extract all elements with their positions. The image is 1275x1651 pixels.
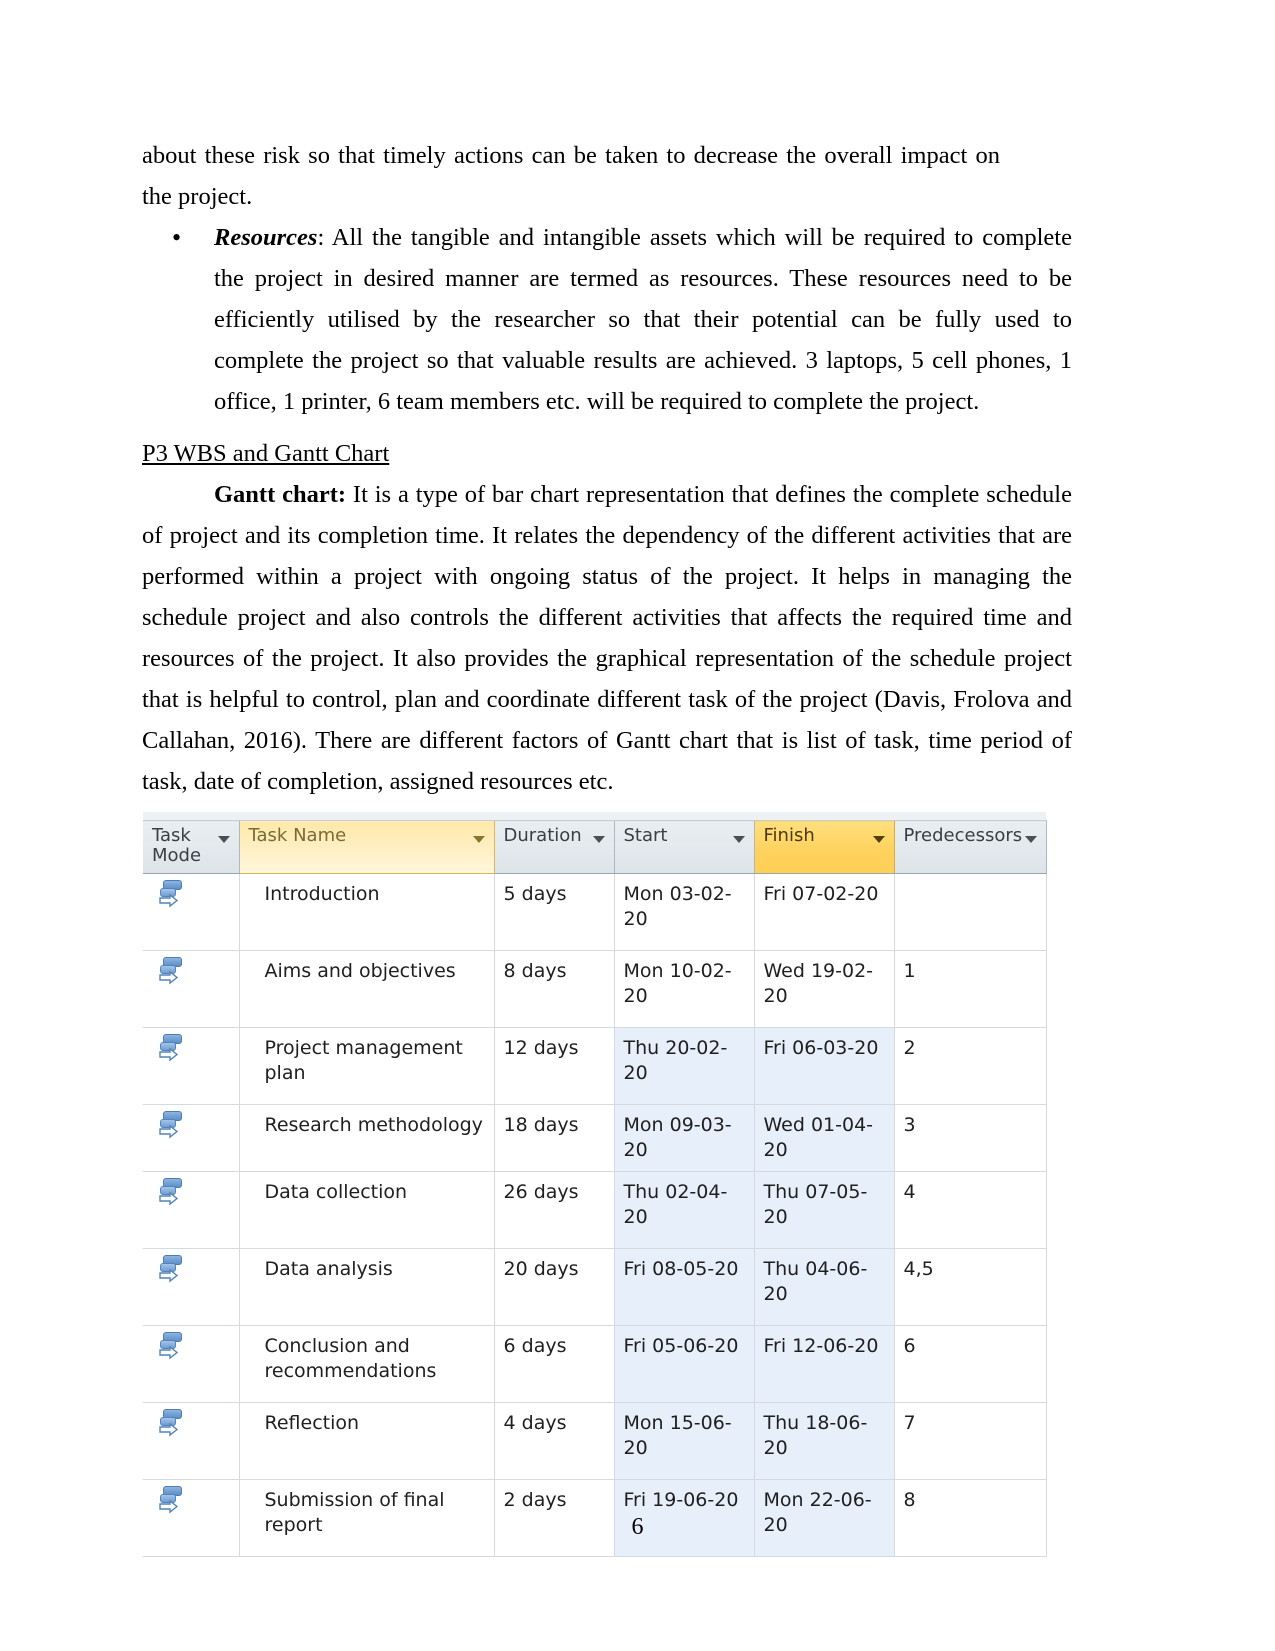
gantt-paragraph: Gantt chart: It is a type of bar chart r…	[142, 474, 1072, 802]
column-header-finish[interactable]: Finish	[754, 820, 895, 874]
cell-start[interactable]: Fri 05-06-20	[614, 1325, 755, 1403]
bullet-text: Resources: All the tangible and intangib…	[214, 217, 1072, 422]
bullet-body-text: : All the tangible and intangible assets…	[214, 224, 1072, 415]
chevron-down-icon[interactable]	[592, 836, 605, 843]
document-body: about these risk so that timely actions …	[142, 135, 1072, 802]
cell-predecessors[interactable]: 7	[894, 1402, 1047, 1480]
table-row[interactable]: Project management plan 12 days Thu 20-02-…	[143, 1027, 1047, 1105]
table-row[interactable]: Introduction 5 days Mon 03-02-20 Fri 07-02-…	[143, 873, 1047, 951]
table-header-row: Task Mode Task Name Duration Start Finis…	[143, 820, 1047, 874]
column-header-duration-label: Duration	[503, 825, 582, 846]
cell-predecessors[interactable]: 6	[894, 1325, 1047, 1403]
table-body: Introduction 5 days Mon 03-02-20 Fri 07-02-…	[143, 873, 1047, 1557]
cell-duration[interactable]: 26 days	[494, 1171, 615, 1249]
chevron-down-icon[interactable]	[217, 836, 230, 843]
cell-task-name[interactable]: Introduction	[239, 873, 495, 951]
table-row[interactable]: Data analysis 20 days Fri 08-05-20 Thu 04-0…	[143, 1248, 1047, 1326]
cell-task-name[interactable]: Data collection	[239, 1171, 495, 1249]
table-row[interactable]: Data collection 26 days Thu 02-04-20 Thu 07…	[143, 1171, 1047, 1249]
cell-predecessors[interactable]	[894, 873, 1047, 951]
cell-task-name[interactable]: Project management plan	[239, 1027, 495, 1105]
column-header-predecessors-label: Predecessors	[903, 825, 1023, 846]
cell-duration[interactable]: 18 days	[494, 1104, 615, 1172]
cell-predecessors[interactable]: 3	[894, 1104, 1047, 1172]
chevron-down-icon[interactable]	[872, 836, 885, 843]
cell-finish[interactable]: Fri 12-06-20	[754, 1325, 895, 1403]
bullet-marker-icon: •	[172, 223, 182, 252]
chevron-down-icon[interactable]	[732, 836, 745, 843]
chevron-down-icon[interactable]	[472, 836, 485, 843]
table-top-strip	[143, 812, 1046, 821]
chevron-down-icon[interactable]	[1024, 836, 1037, 843]
cell-duration[interactable]: 12 days	[494, 1027, 615, 1105]
cell-start[interactable]: Mon 15-06-20	[614, 1402, 755, 1480]
cell-finish[interactable]: Fri 07-02-20	[754, 873, 895, 951]
gantt-body-text: It is a type of bar chart representation…	[142, 481, 1072, 795]
cell-task-name[interactable]: Reflection	[239, 1402, 495, 1480]
cell-predecessors[interactable]: 4	[894, 1171, 1047, 1249]
cell-finish[interactable]: Wed 19-02-20	[754, 950, 895, 1028]
cell-predecessors[interactable]: 1	[894, 950, 1047, 1028]
cell-duration[interactable]: 20 days	[494, 1248, 615, 1326]
section-heading-p3: P3 WBS and Gantt Chart	[142, 440, 390, 467]
column-header-predecessors[interactable]: Predecessors	[894, 820, 1047, 874]
cell-start[interactable]: Thu 02-04-20	[614, 1171, 755, 1249]
column-header-task-name-label: Task Name	[248, 825, 347, 846]
ms-project-task-table[interactable]: Task Mode Task Name Duration Start Finis…	[143, 812, 1047, 1557]
column-header-start-label: Start	[623, 825, 668, 846]
table-row[interactable]: Conclusion and recommendations 6 days Fri …	[143, 1325, 1047, 1403]
cell-start[interactable]: Mon 09-03-20	[614, 1104, 755, 1172]
cell-predecessors[interactable]: 4,5	[894, 1248, 1047, 1326]
column-header-task-mode[interactable]: Task Mode	[143, 820, 240, 874]
cell-task-mode[interactable]	[143, 873, 240, 951]
page-number: 6	[631, 1514, 644, 1540]
column-header-task-mode-label: Task Mode	[152, 825, 202, 866]
cell-finish[interactable]: Thu 07-05-20	[754, 1171, 895, 1249]
cell-task-mode[interactable]	[143, 1171, 240, 1249]
table-row[interactable]: Research methodology 18 days Mon 09-03-20 W…	[143, 1104, 1047, 1172]
cell-finish[interactable]: Thu 04-06-20	[754, 1248, 895, 1326]
cell-start[interactable]: Mon 10-02-20	[614, 950, 755, 1028]
cell-task-mode[interactable]	[143, 1027, 240, 1105]
cell-duration[interactable]: 4 days	[494, 1402, 615, 1480]
cell-duration[interactable]: 6 days	[494, 1325, 615, 1403]
cell-predecessors[interactable]: 2	[894, 1027, 1047, 1105]
cell-finish[interactable]: Wed 01-04-20	[754, 1104, 895, 1172]
cell-task-mode[interactable]	[143, 1325, 240, 1403]
cell-finish[interactable]: Thu 18-06-20	[754, 1402, 895, 1480]
cell-task-mode[interactable]	[143, 1402, 240, 1480]
cell-task-name[interactable]: Research methodology	[239, 1104, 495, 1172]
cell-task-mode[interactable]	[143, 1248, 240, 1326]
cell-duration[interactable]: 5 days	[494, 873, 615, 951]
cell-start[interactable]: Mon 03-02-20	[614, 873, 755, 951]
cell-finish[interactable]: Fri 06-03-20	[754, 1027, 895, 1105]
bullet-item-resources: • Resources: All the tangible and intang…	[142, 217, 1072, 422]
column-header-finish-label: Finish	[763, 825, 815, 846]
paragraph-continued: about these risk so that timely actions …	[142, 142, 1000, 210]
cell-start[interactable]: Thu 20-02-20	[614, 1027, 755, 1105]
cell-start[interactable]: Fri 08-05-20	[614, 1248, 755, 1326]
gantt-lead-term: Gantt chart:	[214, 481, 347, 508]
cell-task-mode[interactable]	[143, 1104, 240, 1172]
column-header-task-name[interactable]: Task Name	[239, 820, 495, 874]
column-header-start[interactable]: Start	[614, 820, 755, 874]
table-row[interactable]: Reflection 4 days Mon 15-06-20 Thu 18-06-20…	[143, 1402, 1047, 1480]
document-page: about these risk so that timely actions …	[0, 0, 1275, 1651]
cell-task-name[interactable]: Data analysis	[239, 1248, 495, 1326]
cell-task-mode[interactable]	[143, 950, 240, 1028]
cell-task-name[interactable]: Aims and objectives	[239, 950, 495, 1028]
table-row[interactable]: Aims and objectives 8 days Mon 10-02-20 Wed…	[143, 950, 1047, 1028]
cell-duration[interactable]: 8 days	[494, 950, 615, 1028]
bullet-lead-term: Resources	[214, 224, 318, 251]
column-header-duration[interactable]: Duration	[494, 820, 615, 874]
cell-task-name[interactable]: Conclusion and recommendations	[239, 1325, 495, 1403]
